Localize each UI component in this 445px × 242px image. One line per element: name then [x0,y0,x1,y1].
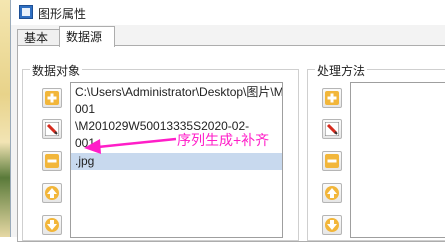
tab-datasource[interactable]: 数据源 [59,26,115,47]
annotation-text: 序列生成+补齐 [177,132,270,148]
